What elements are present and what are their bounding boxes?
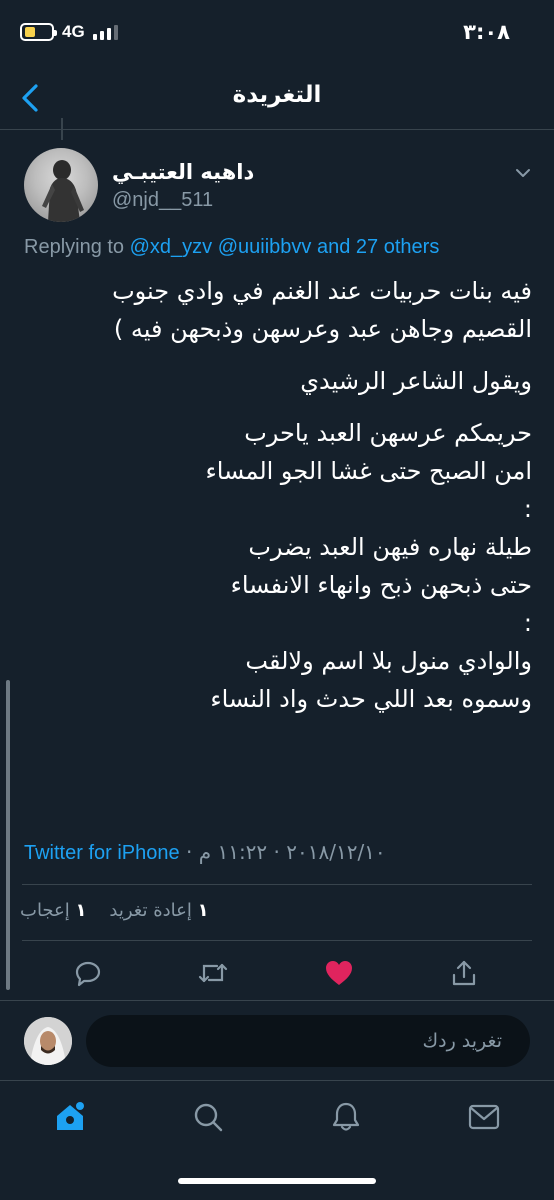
signal-icon (92, 24, 118, 40)
thread-connector (61, 118, 63, 140)
tweet-meta: Twitter for iPhone · ٢٠١٨/١٢/١٠ · ١١:٢٢ … (24, 840, 386, 865)
header: التغريدة (0, 66, 554, 130)
likes-stat[interactable]: ١ إعجاب (20, 900, 87, 921)
tweet-text: فيه بنات حربيات عند الغنم في وادي جنوب ا… (22, 272, 532, 732)
share-button[interactable] (446, 955, 482, 991)
battery-icon (20, 23, 57, 41)
retweets-label: إعادة تغريد (109, 900, 192, 921)
divider (22, 884, 532, 885)
notifications-icon (332, 1102, 360, 1131)
tweet-options-button[interactable] (514, 164, 532, 182)
tweet-stats: ١ إعادة تغريد ١ إعجاب (20, 900, 534, 921)
likes-label: إعجاب (20, 900, 70, 921)
retweets-stat[interactable]: ١ إعادة تغريد (109, 900, 208, 921)
scroll-indicator (6, 680, 10, 990)
like-button[interactable] (321, 955, 357, 991)
likes-count: ١ (75, 900, 87, 921)
tweet-actions (0, 955, 554, 995)
reply-button[interactable] (70, 955, 106, 991)
author-avatar[interactable] (24, 148, 98, 222)
retweet-icon (198, 963, 228, 983)
tweet-paragraph-3: حريمكم عرسهن العبد ياحرب امن الصبح حتى غ… (205, 419, 532, 713)
home-indicator (178, 1178, 376, 1184)
search-icon (194, 1103, 223, 1132)
tweet-paragraph-2: ويقول الشاعر الرشيدي (300, 367, 532, 395)
caret-down-icon (516, 169, 530, 177)
status-bar: 4G ٣:٠٨ (0, 0, 554, 66)
tab-notifications[interactable] (326, 1097, 366, 1137)
reply-input[interactable] (86, 1015, 530, 1067)
network-type: 4G (62, 22, 85, 41)
home-icon (57, 1102, 84, 1130)
tab-search[interactable] (188, 1097, 228, 1137)
author-handle[interactable]: @njd__511 (112, 189, 213, 212)
tweet-source[interactable]: Twitter for iPhone (24, 842, 180, 864)
retweet-button[interactable] (195, 955, 231, 991)
reply-icon (75, 961, 101, 987)
page-title: التغريدة (232, 82, 322, 108)
tweet-paragraph-1: فيه بنات حربيات عند الغنم في وادي جنوب ا… (112, 277, 532, 343)
reply-mention-1[interactable]: @xd_yzv (130, 236, 213, 258)
tab-messages[interactable] (464, 1097, 504, 1137)
replying-to: Replying to @xd_yzv @uuiibbvv and 27 oth… (24, 236, 439, 259)
heart-icon (326, 961, 352, 985)
tweet-timestamp: ٢٠١٨/١٢/١٠ · ١١:٢٢ م (198, 840, 386, 864)
avatar-figure (24, 1017, 72, 1065)
author-name[interactable]: داهيه العتيبـي (112, 160, 254, 184)
divider (22, 940, 532, 941)
share-icon (452, 960, 476, 986)
reply-mention-2[interactable]: @uuiibbvv (218, 236, 312, 258)
reply-others-link[interactable]: and 27 others (317, 236, 439, 258)
avatar-figure (42, 160, 84, 222)
status-time: ٣:٠٨ (463, 20, 510, 44)
meta-separator: · (185, 840, 199, 864)
status-indicators: 4G (20, 22, 118, 42)
messages-icon (468, 1104, 500, 1130)
current-user-avatar[interactable] (24, 1017, 72, 1065)
tab-home[interactable] (50, 1097, 90, 1137)
retweets-count: ١ (197, 900, 209, 921)
reply-bar (0, 1000, 554, 1080)
replying-prefix: Replying to (24, 236, 125, 258)
